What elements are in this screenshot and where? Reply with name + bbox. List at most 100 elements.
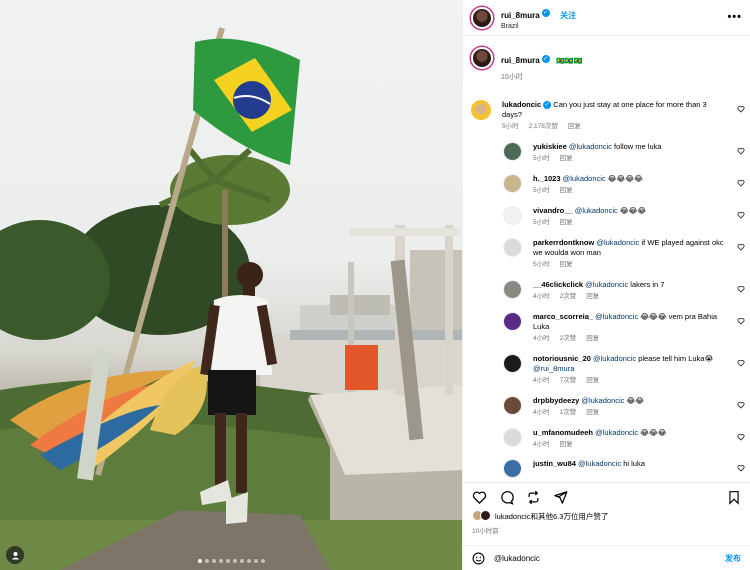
comment-icon[interactable]: [499, 490, 514, 505]
carousel-dot[interactable]: [260, 559, 265, 563]
reply-avatar[interactable]: [503, 237, 522, 257]
like-heart-icon[interactable]: [737, 147, 745, 155]
caption-author-username[interactable]: rui_8mura: [501, 56, 540, 65]
comment-mention[interactable]: @lukadoncic: [581, 396, 624, 405]
reply-username[interactable]: marco_scorreia_: [533, 312, 593, 321]
reply-avatar[interactable]: [503, 173, 522, 193]
reply-avatar[interactable]: [503, 205, 522, 225]
reply-time[interactable]: 4小时: [533, 441, 550, 450]
reply-time[interactable]: 4小时: [533, 335, 550, 344]
carousel-dot[interactable]: [246, 559, 251, 563]
reply-avatar[interactable]: [503, 311, 522, 331]
like-heart-icon[interactable]: [737, 211, 745, 219]
comment-mention[interactable]: @lukadoncic: [575, 206, 618, 215]
like-heart-icon[interactable]: [737, 359, 745, 367]
carousel-dot[interactable]: [197, 559, 202, 563]
reply-like-count[interactable]: 1次赞: [560, 409, 577, 418]
reply-time[interactable]: 4小时: [533, 293, 550, 302]
author-avatar[interactable]: [471, 6, 493, 29]
reply-avatar[interactable]: [503, 395, 522, 415]
comment-mention[interactable]: @lukadoncic: [585, 280, 628, 289]
comment-mention[interactable]: @lukadoncic: [563, 174, 606, 183]
reply-username[interactable]: justin_wu84: [533, 459, 576, 468]
reply-button[interactable]: 回复: [560, 441, 573, 450]
reply-username[interactable]: notoriousnic_20: [533, 354, 591, 363]
reply-username[interactable]: u_mfanomudeeh: [533, 428, 593, 437]
likes-summary[interactable]: lukadoncic和其他6.3万位用户赞了: [472, 510, 608, 522]
author-username[interactable]: rui_8mura: [501, 11, 540, 20]
reply-button[interactable]: 回复: [560, 155, 573, 164]
like-heart-icon[interactable]: [737, 243, 745, 251]
reply-avatar[interactable]: [503, 279, 522, 299]
comment-username[interactable]: lukadoncic: [502, 100, 541, 109]
like-heart-icon[interactable]: [472, 490, 487, 505]
comment-input[interactable]: [494, 553, 725, 563]
caption-author-avatar[interactable]: [471, 47, 493, 69]
reply-username[interactable]: parkerrdontknow: [533, 238, 594, 247]
reply-username[interactable]: vivandro__: [533, 206, 573, 215]
carousel-dot[interactable]: [232, 559, 237, 563]
comment-mention[interactable]: @lukadoncic: [595, 312, 638, 321]
reply-avatar[interactable]: [503, 427, 522, 447]
reply-avatar[interactable]: [503, 142, 522, 162]
reply-time[interactable]: 5小时: [533, 219, 550, 228]
reply-button[interactable]: 回复: [586, 335, 599, 344]
reply-button[interactable]: 回复: [568, 123, 581, 132]
post-timestamp[interactable]: 10小时前: [472, 525, 499, 535]
carousel-dot[interactable]: [225, 559, 230, 563]
like-heart-icon[interactable]: [737, 179, 745, 187]
comments-scroll-area[interactable]: rui_8mura ✓ 🇧🇷🇧🇷🇧🇷 10小时 lukadoncic ✓ Can y…: [463, 37, 750, 481]
carousel-dot[interactable]: [239, 559, 244, 563]
like-heart-icon[interactable]: [737, 317, 745, 325]
caption-time[interactable]: 10小时: [501, 72, 582, 82]
like-heart-icon[interactable]: [737, 105, 745, 113]
like-heart-icon[interactable]: [737, 285, 745, 293]
post-location[interactable]: Brazil: [501, 23, 576, 31]
bookmark-icon[interactable]: [727, 490, 741, 505]
comment-time[interactable]: 5小时: [502, 123, 519, 132]
reply-username[interactable]: drpbbydeezy: [533, 396, 579, 405]
comment-avatar[interactable]: [471, 100, 491, 120]
comment-mention[interactable]: @lukadoncic: [593, 354, 636, 363]
post-photo[interactable]: [0, 0, 462, 570]
reply-time[interactable]: 5小时: [533, 187, 550, 196]
reply-like-count[interactable]: 2次赞: [560, 293, 577, 302]
likes-text[interactable]: lukadoncic和其他6.3万位用户赞了: [495, 511, 608, 522]
repost-icon[interactable]: [526, 490, 541, 505]
follow-button[interactable]: 关注: [560, 11, 576, 20]
like-heart-icon[interactable]: [737, 433, 745, 441]
carousel-dot[interactable]: [204, 559, 209, 563]
reply-like-count[interactable]: 2次赞: [560, 335, 577, 344]
comment-like-count[interactable]: 2,178次赞: [529, 123, 558, 132]
reply-username[interactable]: yukiskiee: [533, 142, 567, 151]
comment-mention[interactable]: @lukadoncic: [595, 428, 638, 437]
reply-avatar[interactable]: [503, 459, 522, 479]
comment-mention[interactable]: @rui_8mura: [533, 364, 574, 373]
reply-username[interactable]: h._1023: [533, 174, 561, 183]
reply-username[interactable]: __46clickclick: [533, 280, 583, 289]
like-heart-icon[interactable]: [737, 401, 745, 409]
post-comment-button[interactable]: 发布: [725, 553, 741, 564]
reply-button[interactable]: 回复: [560, 187, 573, 196]
reply-time[interactable]: 4小时: [533, 377, 550, 386]
carousel-dot[interactable]: [253, 559, 258, 563]
reply-avatar[interactable]: [503, 353, 522, 373]
reply-button[interactable]: 回复: [586, 377, 599, 386]
reply-button[interactable]: 回复: [560, 219, 573, 228]
comment-mention[interactable]: @lukadoncic: [578, 459, 621, 468]
reply-button[interactable]: 回复: [560, 261, 573, 270]
more-options-icon[interactable]: •••: [727, 11, 742, 23]
reply-like-count[interactable]: 7次赞: [560, 377, 577, 386]
reply-time[interactable]: 4小时: [533, 409, 550, 418]
share-icon[interactable]: [553, 490, 568, 505]
like-heart-icon[interactable]: [737, 464, 745, 472]
comment-mention[interactable]: @lukadoncic: [596, 238, 639, 247]
reply-time[interactable]: 5小时: [533, 155, 550, 164]
emoji-icon[interactable]: [472, 552, 485, 565]
comment-mention[interactable]: @lukadoncic: [569, 142, 612, 151]
reply-button[interactable]: 回复: [586, 409, 599, 418]
carousel-dot[interactable]: [211, 559, 216, 563]
reply-time[interactable]: 5小时: [533, 261, 550, 270]
reply-button[interactable]: 回复: [586, 293, 599, 302]
carousel-dot[interactable]: [218, 559, 223, 563]
